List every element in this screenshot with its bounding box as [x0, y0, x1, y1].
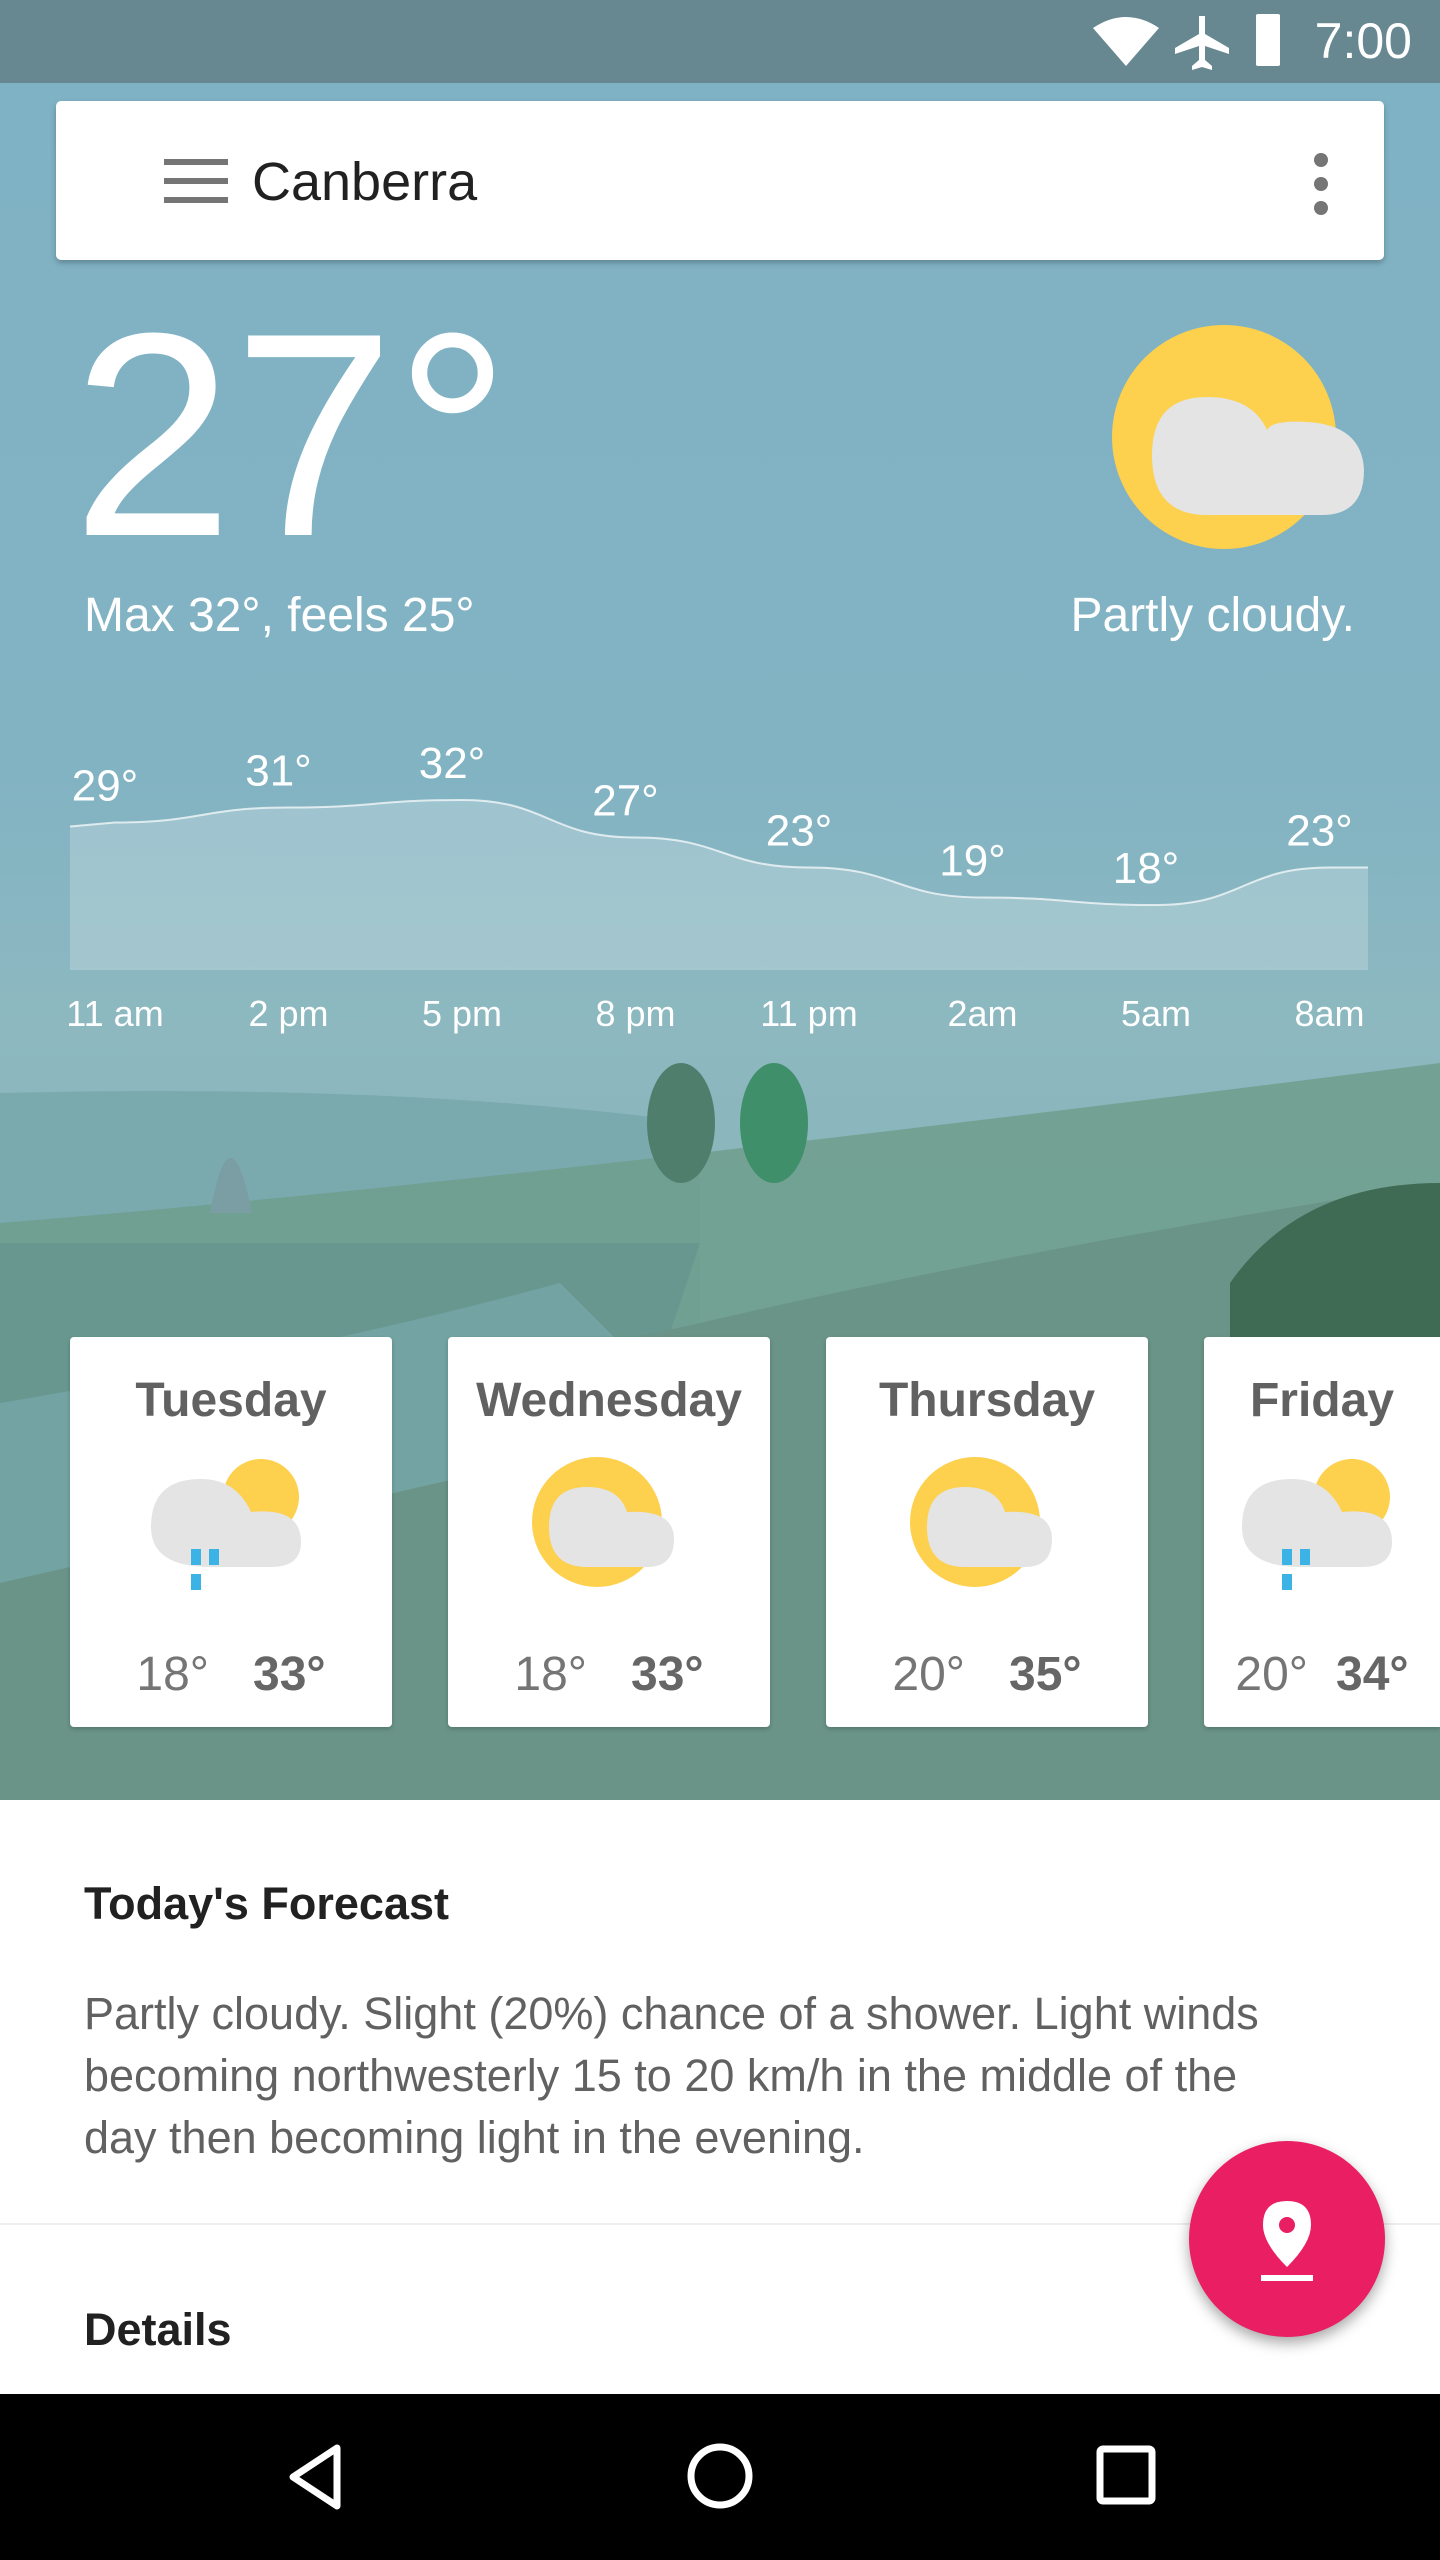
location-fab[interactable] — [1189, 2141, 1385, 2337]
current-temperature: 27° — [72, 273, 511, 597]
day-name: Friday — [1249, 1374, 1395, 1427]
location-pin-icon — [1261, 2201, 1313, 2281]
max-feels-text: Max 32°, feels 25° — [84, 589, 475, 642]
shower-partly-cloudy-icon — [151, 1459, 301, 1590]
hourly-temp-label: 23° — [1286, 807, 1353, 856]
hourly-time-label: 5 pm — [422, 993, 502, 1034]
day-name: Tuesday — [135, 1374, 327, 1427]
hourly-temp-label: 27° — [592, 777, 659, 826]
hourly-time-label: 2am — [947, 993, 1017, 1034]
shower-partly-cloudy-icon — [1242, 1459, 1392, 1590]
day-card[interactable]: Friday 20° 34° — [1204, 1337, 1440, 1727]
day-card[interactable]: Thursday 20° 35° — [826, 1337, 1148, 1727]
day-temps: 20° 35° — [826, 1647, 1148, 1702]
status-bar: 7:00 — [0, 0, 1440, 83]
high-temp: 33° — [253, 1648, 326, 1701]
hourly-temp-label: 19° — [939, 837, 1006, 886]
high-temp: 33° — [631, 1648, 704, 1701]
hourly-temp-label: 32° — [419, 739, 486, 788]
low-temp: 18° — [514, 1648, 587, 1701]
recents-icon[interactable] — [1095, 2444, 1157, 2506]
day-card[interactable]: Tuesday 18° 33° — [70, 1337, 392, 1727]
hourly-time-label: 2 pm — [248, 993, 328, 1034]
day-name: Wednesday — [476, 1374, 742, 1427]
hourly-temp-label: 23° — [766, 807, 833, 856]
low-temp: 18° — [136, 1648, 209, 1701]
location-title[interactable]: Canberra — [252, 151, 477, 213]
low-temp: 20° — [892, 1648, 965, 1701]
hourly-time-label: 5am — [1121, 993, 1191, 1034]
day-temps: 20° 34° — [1204, 1647, 1440, 1702]
day-name: Thursday — [878, 1374, 1096, 1427]
status-time: 7:00 — [1314, 13, 1412, 69]
high-temp: 35° — [1009, 1648, 1082, 1701]
partly-cloudy-icon — [910, 1457, 1052, 1587]
hourly-temp-label: 31° — [245, 747, 312, 796]
hourly-temp-label: 29° — [72, 762, 139, 811]
details-heading[interactable]: Details — [84, 2304, 232, 2356]
partly-cloudy-icon — [532, 1457, 674, 1587]
hourly-temp-label: 18° — [1113, 844, 1180, 893]
hourly-temperature-chart: 29° 11 am 31° 2 pm 32° 5 pm 27° 8 pm 23° 11 pm 19°… — [66, 739, 1368, 1034]
navigation-bar — [0, 2394, 1440, 2560]
low-temp: 20° — [1235, 1648, 1308, 1701]
day-card[interactable]: Wednesday 18° 33° — [448, 1337, 770, 1727]
wifi-icon — [1093, 17, 1159, 66]
airplane-icon — [1175, 16, 1229, 70]
battery-icon — [1256, 14, 1280, 66]
menu-icon[interactable] — [164, 159, 228, 203]
hourly-time-label: 8 pm — [595, 993, 675, 1034]
partly-cloudy-icon — [1112, 325, 1364, 549]
condition-text: Partly cloudy. — [1070, 589, 1355, 642]
day-temps: 18° 33° — [448, 1647, 770, 1702]
day-temps: 18° 33° — [70, 1647, 392, 1702]
hourly-time-label: 11 pm — [760, 993, 857, 1034]
search-bar[interactable]: Canberra — [56, 101, 1384, 260]
high-temp: 34° — [1336, 1648, 1409, 1701]
home-icon[interactable] — [686, 2442, 754, 2510]
hourly-time-label: 11 am — [66, 993, 163, 1034]
back-icon[interactable] — [285, 2442, 345, 2512]
forecast-body: Partly cloudy. Slight (20%) chance of a … — [84, 1988, 1259, 2163]
more-vert-icon[interactable] — [1314, 153, 1328, 225]
forecast-title: Today's Forecast — [84, 1878, 449, 1929]
hourly-time-label: 8am — [1294, 993, 1364, 1034]
